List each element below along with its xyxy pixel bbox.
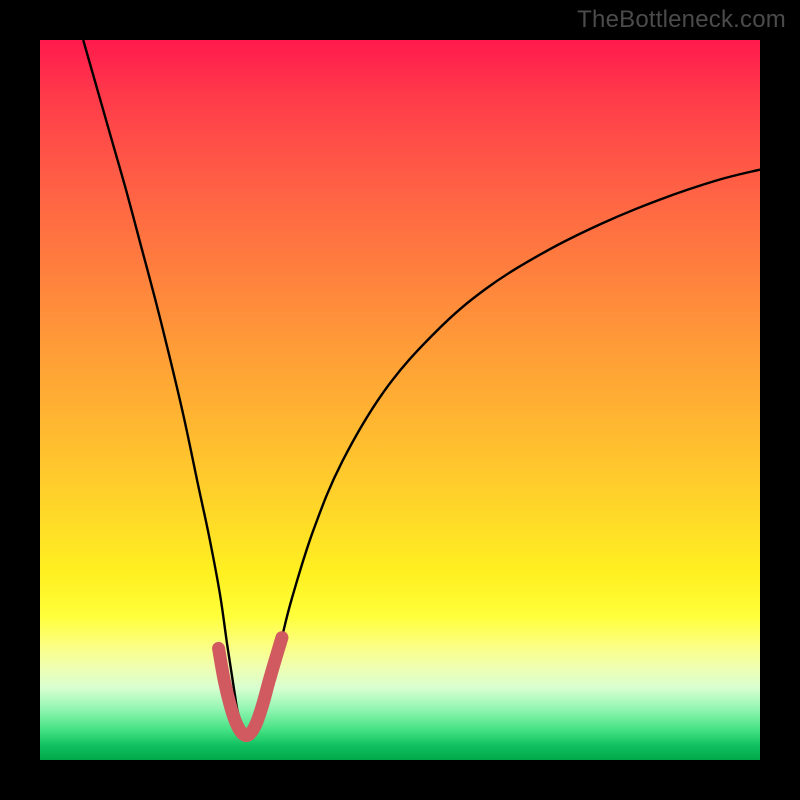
curve-svg	[40, 40, 760, 760]
black-curve-path	[83, 40, 760, 737]
chart-frame: TheBottleneck.com	[0, 0, 800, 800]
plot-area	[40, 40, 760, 760]
watermark-text: TheBottleneck.com	[577, 6, 786, 34]
